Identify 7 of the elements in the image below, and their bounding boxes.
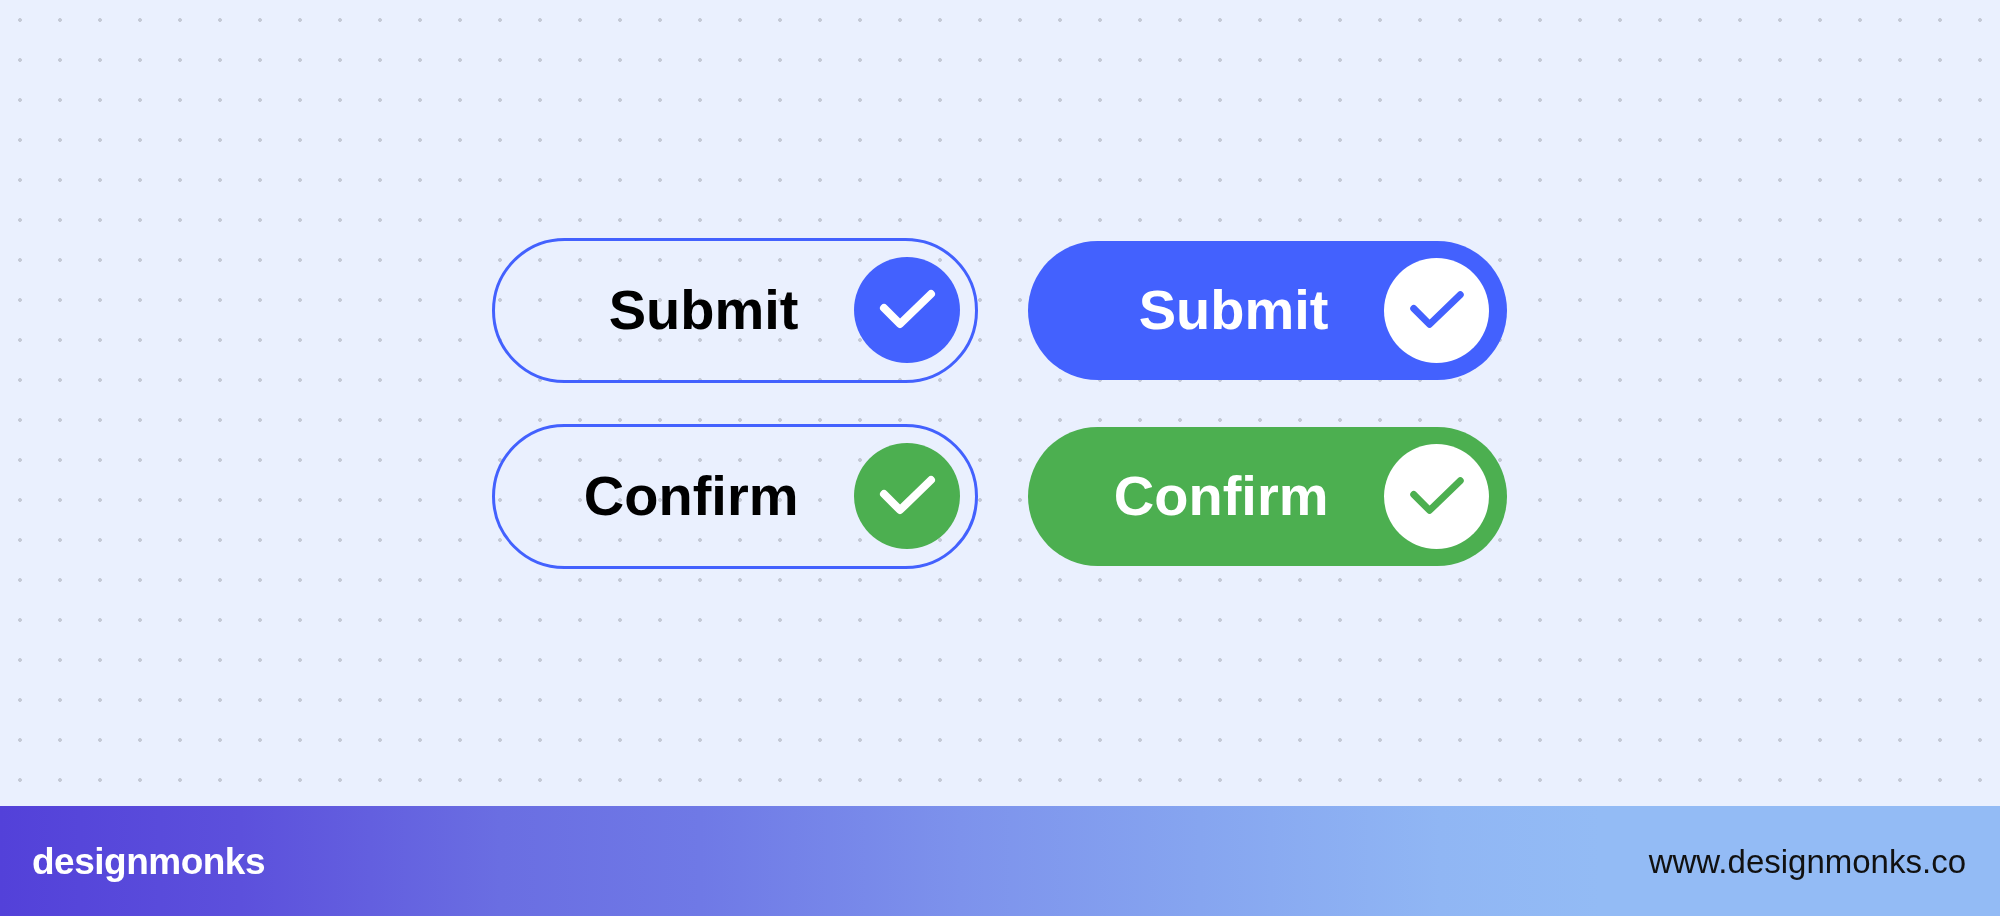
- outlined-pill-button[interactable]: Confirm: [491, 423, 978, 569]
- logo-text: designmonks: [32, 842, 265, 880]
- checkmark-icon: [1383, 443, 1489, 549]
- checkmark-icon: [1383, 257, 1489, 363]
- website-address: www.designmonks.co: [1648, 844, 1966, 878]
- outlined-pill-button[interactable]: Submit: [491, 237, 978, 383]
- filled-pill-button[interactable]: Submit: [1027, 240, 1507, 380]
